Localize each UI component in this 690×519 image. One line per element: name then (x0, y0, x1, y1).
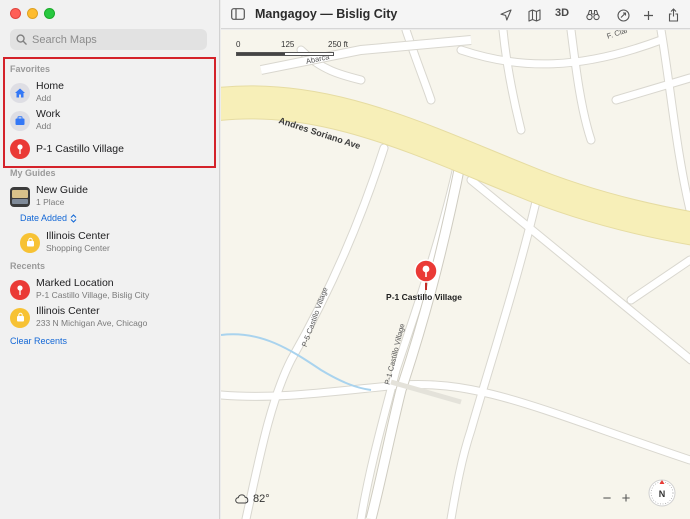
plus-icon[interactable] (640, 7, 656, 23)
zoom-window-button[interactable] (44, 8, 55, 19)
3d-toggle[interactable]: 3D (555, 7, 569, 19)
place-title: Illinois Center (46, 230, 110, 242)
recent-title: Illinois Center (36, 305, 100, 317)
zoom-out-button[interactable]: − (599, 491, 615, 507)
sort-chevrons-icon (70, 213, 77, 223)
binoculars-icon[interactable] (585, 7, 601, 23)
zoom-in-button[interactable]: + (618, 491, 634, 507)
map-scale: 0 125 250 ft (236, 40, 366, 56)
map-mode-icon[interactable] (526, 7, 542, 23)
guide-subtitle: 1 Place (36, 197, 65, 207)
sidebar-toggle-icon[interactable] (231, 8, 245, 23)
clear-recents-button[interactable]: Clear Recents (10, 336, 67, 346)
toolbar: Mangagoy — Bislig City 3D (221, 0, 690, 29)
recent-subtitle: P-1 Castillo Village, Bislig City (36, 290, 150, 300)
minimize-window-button[interactable] (27, 8, 38, 19)
guide-place-illinois[interactable]: Illinois Center Shopping Center (20, 231, 220, 254)
scale-label-125: 125 (281, 40, 295, 49)
location-arrow-icon[interactable] (498, 7, 514, 23)
search-field[interactable] (10, 29, 207, 50)
bag-icon (10, 307, 30, 328)
sort-label: Date Added (20, 213, 68, 223)
guide-thumbnail-icon (10, 186, 30, 207)
map-view[interactable]: 0 125 250 ft Abarca F. Clar Andres Soria… (221, 30, 690, 519)
bag-icon (20, 232, 40, 253)
place-subtitle: Shopping Center (46, 243, 110, 253)
pin-icon (10, 279, 30, 300)
guide-new[interactable]: New Guide 1 Place (10, 185, 210, 208)
pin-label: P-1 Castillo Village (386, 292, 462, 302)
cloud-icon (235, 494, 249, 504)
map-roads (221, 30, 690, 519)
search-input[interactable] (32, 33, 202, 46)
close-window-button[interactable] (10, 8, 21, 19)
account-icon[interactable] (615, 7, 631, 23)
recent-marked-location[interactable]: Marked Location P-1 Castillo Village, Bi… (10, 278, 210, 301)
share-icon[interactable] (665, 7, 681, 23)
window-title: Mangagoy — Bislig City (255, 7, 398, 21)
compass-icon[interactable]: N (647, 478, 677, 508)
recent-illinois-center[interactable]: Illinois Center 233 N Michigan Ave, Chic… (10, 306, 210, 329)
location-pin-icon[interactable] (414, 259, 438, 294)
weather-badge: 82° (235, 493, 270, 505)
recents-heading: Recents (10, 261, 46, 271)
scale-label-250: 250 ft (328, 40, 349, 49)
scale-label-0: 0 (236, 40, 241, 49)
guide-sort-button[interactable]: Date Added (20, 213, 77, 223)
sidebar: Favorites Home Add Work Add P-1 Castillo… (0, 0, 220, 519)
favorites-highlight-box (3, 57, 216, 168)
compass-letter: N (659, 489, 666, 499)
recent-title: Marked Location (36, 277, 114, 289)
window-controls (10, 8, 55, 19)
guide-title: New Guide (36, 184, 88, 196)
weather-temp: 82° (253, 493, 270, 505)
recent-subtitle: 233 N Michigan Ave, Chicago (36, 318, 148, 328)
search-icon (16, 34, 27, 45)
guides-heading: My Guides (10, 168, 56, 178)
